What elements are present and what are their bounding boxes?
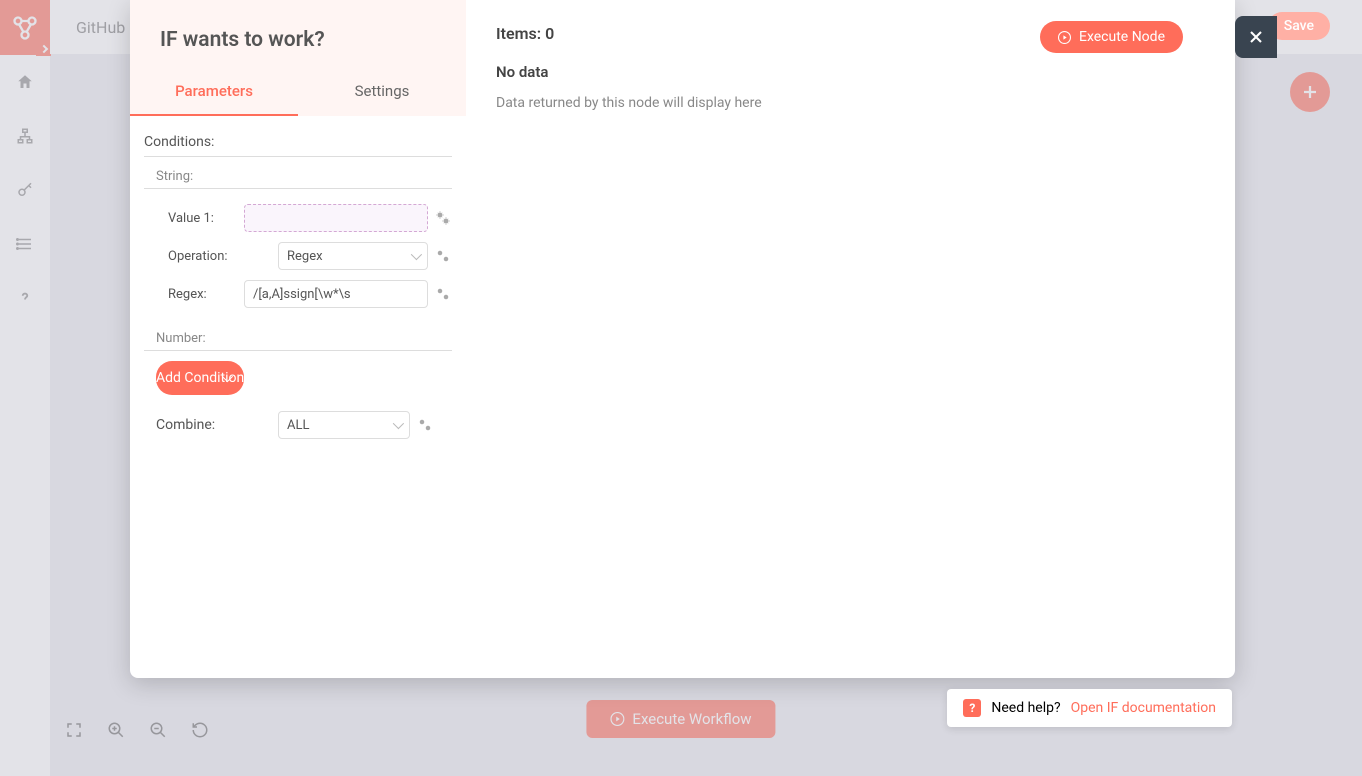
execute-node-button[interactable]: Execute Node <box>1040 21 1183 53</box>
close-icon <box>1246 27 1266 47</box>
gear-icon[interactable] <box>434 285 452 303</box>
operation-label: Operation: <box>168 249 272 264</box>
help-text: Need help? <box>991 700 1060 716</box>
tab-parameters[interactable]: Parameters <box>130 68 298 116</box>
modal-left-panel: IF wants to work? Parameters Settings Co… <box>130 0 466 678</box>
items-count: 0 <box>545 24 554 43</box>
node-title[interactable]: IF wants to work? <box>130 0 466 68</box>
help-question-icon: ? <box>963 699 981 717</box>
add-condition-button[interactable]: Add Condition <box>156 361 244 395</box>
value1-label: Value 1: <box>168 211 238 226</box>
conditions-label: Conditions: <box>144 128 452 157</box>
modal-right-panel: Items: 0 No data Data returned by this n… <box>466 0 1235 678</box>
help-toast: ? Need help? Open IF documentation <box>947 689 1232 727</box>
gear-icon[interactable] <box>434 209 452 227</box>
execute-node-label: Execute Node <box>1079 29 1165 45</box>
node-modal: IF wants to work? Parameters Settings Co… <box>130 0 1235 678</box>
param-row-operation: Operation: Regex <box>144 237 452 275</box>
modal-tabs: Parameters Settings <box>130 68 466 116</box>
param-row-combine: Combine: ALL <box>144 403 452 447</box>
value1-input[interactable] <box>244 204 428 232</box>
tab-settings[interactable]: Settings <box>298 68 466 116</box>
number-section-label: Number: <box>144 325 452 351</box>
operation-value: Regex <box>287 249 323 264</box>
regex-input[interactable] <box>244 280 428 308</box>
string-section-label: String: <box>144 163 452 189</box>
param-row-value1: Value 1: <box>144 199 452 237</box>
modal-topright: Execute Node <box>1040 16 1235 58</box>
param-row-regex: Regex: <box>144 275 452 313</box>
regex-label: Regex: <box>168 287 238 302</box>
no-data-subtitle: Data returned by this node will display … <box>496 95 1205 111</box>
play-icon <box>1058 31 1071 44</box>
no-data-title: No data <box>496 63 1205 81</box>
gear-icon[interactable] <box>434 247 452 265</box>
chevron-down-icon <box>411 249 422 260</box>
parameters-body: Conditions: String: Value 1: Operation: … <box>130 116 466 678</box>
save-button[interactable]: Save <box>1268 12 1330 40</box>
help-doc-link[interactable]: Open IF documentation <box>1071 700 1216 716</box>
operation-select[interactable]: Regex <box>278 242 428 270</box>
combine-label: Combine: <box>156 417 272 433</box>
gear-icon[interactable] <box>416 416 434 434</box>
combine-select[interactable]: ALL <box>278 411 410 439</box>
close-button[interactable] <box>1235 16 1277 58</box>
combine-value: ALL <box>287 418 309 433</box>
items-label: Items: <box>496 24 541 43</box>
chevron-down-icon <box>393 418 404 429</box>
